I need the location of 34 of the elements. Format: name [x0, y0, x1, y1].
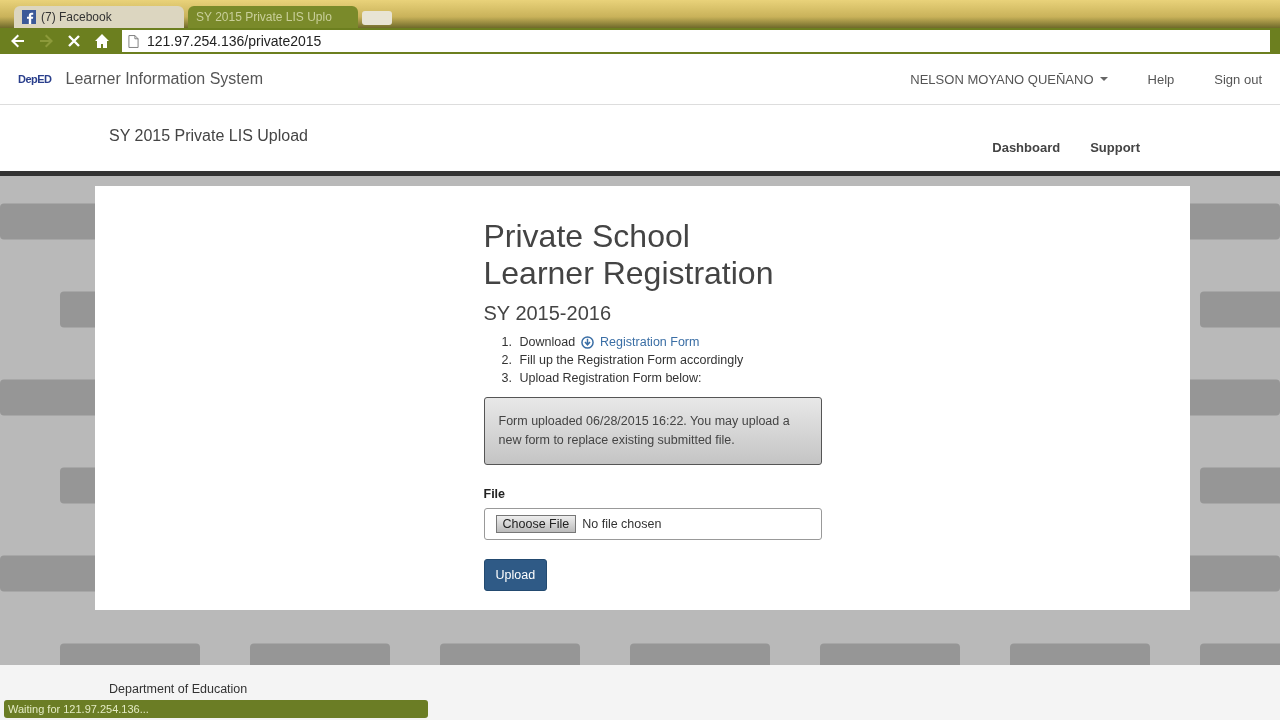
- facebook-icon: [22, 10, 36, 24]
- site-title[interactable]: Learner Information System: [65, 70, 263, 88]
- page-icon: [128, 34, 139, 48]
- file-field[interactable]: Choose File No file chosen: [483, 508, 822, 540]
- registration-form-link[interactable]: Registration Form: [600, 335, 700, 349]
- back-icon[interactable]: [10, 33, 26, 49]
- upload-button[interactable]: Upload: [483, 559, 548, 591]
- step-text: Download: [519, 335, 576, 349]
- status-bar: Waiting for 121.97.254.136...: [4, 700, 428, 718]
- download-icon: [581, 335, 595, 349]
- browser-tab[interactable]: (7) Facebook: [14, 6, 184, 28]
- step-text: Upload Registration Form below:: [519, 371, 702, 385]
- logo[interactable]: DepED: [18, 73, 52, 85]
- page-heading: SY 2015 Private LIS Upload: [109, 127, 308, 146]
- step-number: 2.: [501, 353, 513, 367]
- address-field[interactable]: 121.97.254.136/private2015: [122, 30, 1270, 52]
- footer-text: Department of Education: [109, 682, 248, 696]
- nav-link[interactable]: Help: [1147, 71, 1175, 87]
- nav-link[interactable]: Sign out: [1214, 71, 1262, 87]
- step-number: 3.: [501, 371, 513, 385]
- nav-link[interactable]: Dashboard: [992, 140, 1061, 171]
- page-title: Private School Learner Registration: [483, 218, 775, 292]
- stop-icon[interactable]: [66, 33, 82, 49]
- school-year: SY 2015-2016: [483, 302, 613, 325]
- step-text: Fill up the Registration Form accordingly: [519, 353, 744, 367]
- home-icon[interactable]: [94, 33, 110, 49]
- caret-icon: [1099, 77, 1108, 81]
- step-number: 1.: [501, 335, 513, 349]
- nav-link[interactable]: Support: [1090, 140, 1140, 171]
- field-label: File: [483, 487, 507, 501]
- file-status: No file chosen: [582, 517, 662, 531]
- choose-file-button[interactable]: Choose File: [495, 515, 577, 533]
- upload-notice: Form uploaded 06/28/2015 16:22. You may upload a new form to replace existing submitted file.: [483, 397, 822, 465]
- user-menu[interactable]: NELSON MOYANO QUEÑANO: [910, 71, 1108, 87]
